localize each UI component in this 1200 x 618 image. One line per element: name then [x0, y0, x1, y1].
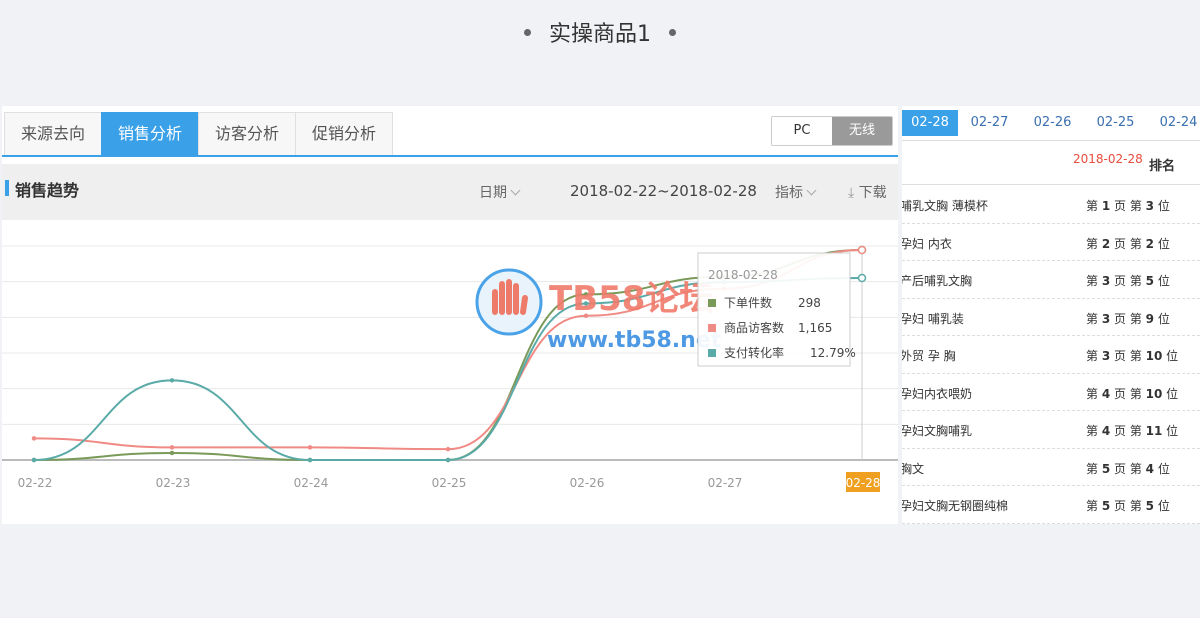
x-tick-label: 02-25	[432, 476, 467, 490]
page-header: 实操商品1	[0, 0, 1200, 64]
keyword-rank: 第 4 页 第 10 位	[1086, 386, 1179, 401]
chevron-down-icon	[806, 185, 817, 196]
chart-toolbar: 销售趋势 日期 2018-02-22~2018-02-28 指标 ⤓ 下载	[2, 164, 898, 220]
keyword-rank: 第 3 页 第 10 位	[1086, 349, 1179, 363]
keyword-row: 产后哺乳文胸 第 3 页 第 5 位	[902, 261, 1200, 299]
data-point	[169, 445, 175, 450]
watermark-brand: TB58论坛	[549, 279, 713, 319]
data-point	[169, 378, 175, 383]
tooltip-swatch	[708, 349, 716, 357]
tooltip-series-name: 下单件数	[724, 295, 772, 310]
tooltip-swatch	[708, 324, 716, 332]
keyword-rank: 第 3 页 第 5 位	[1086, 274, 1170, 288]
wireless-toggle[interactable]: 无线	[832, 117, 892, 145]
x-tick-label: 02-27	[708, 476, 743, 490]
keyword-text: 产后哺乳文胸	[902, 274, 973, 288]
x-tick-label: 02-28	[846, 476, 881, 490]
tab-visitors[interactable]: 访客分析	[198, 112, 297, 155]
data-point	[31, 457, 37, 463]
download-icon: ⤓	[848, 185, 855, 201]
keyword-row: 孕妇 内衣 第 2 页 第 2 位	[902, 224, 1200, 261]
data-point	[857, 273, 867, 283]
date-dropdown[interactable]: 日期	[479, 182, 521, 202]
data-point	[307, 457, 313, 463]
tab-promotion[interactable]: 促销分析	[295, 112, 394, 155]
tooltip-date: 2018-02-28	[708, 268, 778, 282]
section-title: 销售趋势	[15, 181, 80, 200]
divider	[902, 184, 1200, 185]
keyword-text: 外贸 孕 胸	[902, 349, 956, 363]
rank-date-tab[interactable]: 02-27	[958, 110, 1021, 136]
page-title: 实操商品1	[549, 22, 651, 47]
data-point	[31, 436, 37, 441]
divider	[902, 140, 1200, 141]
keyword-text: 孕妇 内衣	[902, 236, 952, 251]
tooltip-value: 12.79%	[810, 346, 856, 360]
keyword-row: 孕妇文胸无钢圈纯棉 第 5 页 第 5 位	[902, 486, 1200, 524]
rank-date-tab[interactable]: 02-26	[1021, 110, 1084, 136]
data-point	[445, 457, 451, 463]
x-tick-label: 02-22	[18, 476, 53, 490]
keyword-text: 孕妇 哺乳装	[902, 311, 964, 326]
tooltip-series-name: 商品访客数	[724, 320, 784, 335]
data-point	[857, 245, 867, 255]
rank-date-tab[interactable]: 02-28	[902, 110, 958, 136]
rank-header-date: 2018-02-28	[1073, 152, 1143, 166]
bullet-dot	[669, 28, 676, 36]
device-switch: PC 无线	[771, 116, 893, 146]
date-range: 2018-02-22~2018-02-28	[570, 182, 757, 200]
keyword-rank-panel: 02-28 02-27 02-26 02-25 02-24 2018-02-28 排名 …	[902, 106, 1200, 524]
data-point	[445, 446, 451, 452]
tab-sales[interactable]: 销售分析	[101, 112, 200, 155]
x-tick-label: 02-24	[294, 476, 329, 490]
x-tick-label: 02-26	[570, 476, 605, 490]
keyword-rank: 第 5 页 第 5 位	[1086, 499, 1170, 513]
pc-toggle[interactable]: PC	[772, 117, 832, 145]
keyword-rank: 第 2 页 第 2 位	[1086, 236, 1170, 251]
keyword-row: 外贸 孕 胸 第 3 页 第 10 位	[902, 336, 1200, 374]
tab-source[interactable]: 来源去向	[4, 112, 103, 155]
rank-header-label: 排名	[1149, 159, 1176, 174]
analysis-tabs: 来源去向 销售分析 访客分析 促销分析	[4, 112, 394, 156]
data-point	[307, 445, 313, 450]
keyword-text: 孕妇文胸哺乳	[902, 424, 973, 438]
rank-date-tabs: 02-28 02-27 02-26 02-25 02-24	[902, 110, 1200, 136]
rank-date-tab[interactable]: 02-25	[1084, 110, 1147, 136]
keyword-text: 孕妇文胸无钢圈纯棉	[902, 499, 1009, 513]
bullet-dot	[524, 28, 531, 36]
data-point	[169, 450, 175, 456]
chevron-down-icon	[510, 185, 521, 196]
tab-underline	[2, 155, 898, 157]
tooltip-series-name: 支付转化率	[724, 345, 784, 360]
date-label: 日期	[479, 185, 507, 201]
download-button[interactable]: ⤓ 下载	[848, 182, 887, 202]
keyword-row: 胸文 第 5 页 第 4 位	[902, 449, 1200, 486]
keyword-rank: 第 5 页 第 4 位	[1086, 461, 1170, 476]
sales-trend-chart: 02-22 02-23 02-24 02-25 02-26 02-27 02-28 TB58…	[2, 245, 898, 492]
keyword-row: 孕妇文胸哺乳 第 4 页 第 11 位	[902, 411, 1200, 449]
keyword-row: 哺乳文胸 薄模杯 第 1 页 第 3 位	[902, 186, 1200, 224]
keyword-row: 孕妇内衣喂奶 第 4 页 第 10 位	[902, 374, 1200, 411]
keyword-text: 哺乳文胸 薄模杯	[902, 199, 988, 213]
tooltip-swatch	[708, 299, 716, 307]
rank-date-tab[interactable]: 02-24	[1147, 110, 1200, 136]
tooltip-value: 1,165	[798, 321, 832, 335]
keyword-text: 胸文	[902, 461, 925, 476]
keyword-rank: 第 3 页 第 9 位	[1086, 311, 1170, 326]
watermark-url: www.tb58.net	[547, 328, 722, 353]
keyword-rank: 第 4 页 第 11 位	[1086, 424, 1179, 438]
keyword-rank: 第 1 页 第 3 位	[1086, 199, 1170, 213]
metric-dropdown[interactable]: 指标	[775, 182, 817, 202]
metric-label: 指标	[775, 185, 803, 201]
keyword-row: 孕妇 哺乳装 第 3 页 第 9 位	[902, 299, 1200, 336]
download-label: 下载	[858, 185, 887, 201]
keyword-rank-list: 哺乳文胸 薄模杯 第 1 页 第 3 位孕妇 内衣 第 2 页 第 2 位产后哺乳文…	[902, 186, 1200, 524]
section-marker	[5, 180, 9, 196]
tooltip-value: 298	[798, 296, 821, 310]
x-tick-label: 02-23	[156, 476, 191, 490]
keyword-text: 孕妇内衣喂奶	[902, 386, 973, 401]
sales-panel: 来源去向 销售分析 访客分析 促销分析 PC 无线 销售趋势 日期 2018-0…	[2, 106, 898, 524]
